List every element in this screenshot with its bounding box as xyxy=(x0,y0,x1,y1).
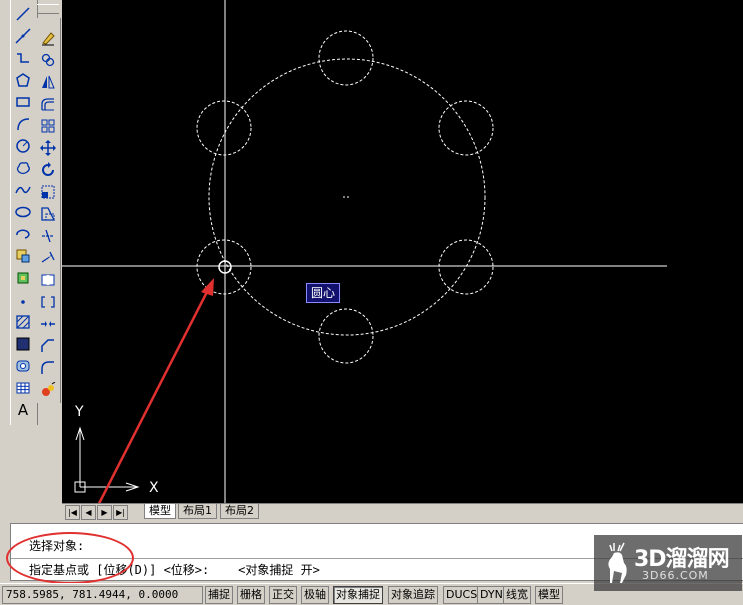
hole-circle-upper-left xyxy=(196,100,252,156)
tab-model[interactable]: 模型 xyxy=(144,504,176,519)
hole-circle-upper-right xyxy=(438,100,494,156)
watermark-url: 3D66.COM xyxy=(642,569,709,582)
scale-icon[interactable] xyxy=(38,182,58,202)
table-icon[interactable] xyxy=(13,378,33,398)
drawing-canvas[interactable]: Y X 圆心 xyxy=(62,0,743,503)
spline-icon[interactable] xyxy=(13,180,33,200)
snap-toggle[interactable]: 捕捉 xyxy=(205,586,233,604)
model-toggle[interactable]: 模型 xyxy=(535,586,563,604)
copy-icon[interactable] xyxy=(38,50,58,70)
draw-toolbar: A xyxy=(10,0,38,425)
break-icon[interactable] xyxy=(38,292,58,312)
trim-icon[interactable] xyxy=(38,226,58,246)
circle-icon[interactable] xyxy=(13,136,33,156)
first-tab-button[interactable]: |◀ xyxy=(65,505,80,520)
hatch-icon[interactable] xyxy=(13,312,33,332)
modify-toolbar xyxy=(36,18,61,403)
watermark: 3D溜溜网 3D66.COM xyxy=(594,535,742,591)
gradient-icon[interactable] xyxy=(13,334,33,354)
annotation-ellipse xyxy=(6,532,134,584)
move-icon[interactable] xyxy=(38,138,58,158)
annotation-arrow xyxy=(97,285,212,503)
ucs-x-label: X xyxy=(149,480,159,496)
annotation-arrowhead xyxy=(201,278,214,296)
line-icon[interactable] xyxy=(13,4,33,24)
join-icon[interactable] xyxy=(38,314,58,334)
lineweight-toggle[interactable]: 线宽 xyxy=(503,586,531,604)
rectangle-icon[interactable] xyxy=(13,92,33,112)
explode-icon[interactable] xyxy=(38,380,58,400)
ucs-y-label: Y xyxy=(74,404,84,420)
dyn-toggle[interactable]: DYN xyxy=(477,586,506,604)
arc-icon[interactable] xyxy=(13,114,33,134)
osnap-toggle[interactable]: 对象捕捉 xyxy=(333,586,383,604)
fillet-icon[interactable] xyxy=(38,358,58,378)
ortho-toggle[interactable]: 正交 xyxy=(269,586,297,604)
point-icon[interactable] xyxy=(13,290,33,310)
modify-toolbar-grip[interactable] xyxy=(37,4,59,14)
array-icon[interactable] xyxy=(38,116,58,136)
erase-icon[interactable] xyxy=(38,28,58,48)
ellipse-icon[interactable] xyxy=(13,202,33,222)
tab-layout2[interactable]: 布局2 xyxy=(220,504,259,519)
rotate-icon[interactable] xyxy=(38,160,58,180)
offset-icon[interactable] xyxy=(38,94,58,114)
deer-logo-icon xyxy=(608,542,627,583)
polyline-icon[interactable] xyxy=(13,48,33,68)
polygon-icon[interactable] xyxy=(13,70,33,90)
coordinate-readout[interactable]: 758.5985, 781.4944, 0.0000 xyxy=(2,586,203,604)
drawing-svg: Y X xyxy=(62,0,667,503)
make-block-icon[interactable] xyxy=(13,268,33,288)
snap-tooltip: 圆心 xyxy=(306,283,341,303)
hole-circle-lower-left xyxy=(196,239,252,295)
otrack-toggle[interactable]: 对象追踪 xyxy=(388,586,438,604)
polar-toggle[interactable]: 极轴 xyxy=(301,586,329,604)
break-at-point-icon[interactable] xyxy=(38,270,58,290)
hole-circle-lower-right xyxy=(438,239,494,295)
multiline-text-tool[interactable]: A xyxy=(13,400,33,420)
stretch-icon[interactable] xyxy=(38,204,58,224)
ducs-toggle[interactable]: DUCS xyxy=(443,586,481,604)
layout-tabs: |◀ ◀ ▶ ▶| 模型 布局1 布局2 xyxy=(62,503,743,520)
ellipse-arc-icon[interactable] xyxy=(13,224,33,244)
construction-line-icon[interactable] xyxy=(13,26,33,46)
hole-circle-bottom xyxy=(318,308,374,364)
next-tab-button[interactable]: ▶ xyxy=(97,505,112,520)
tab-layout1[interactable]: 布局1 xyxy=(178,504,217,519)
chamfer-icon[interactable] xyxy=(38,336,58,356)
extend-icon[interactable] xyxy=(38,248,58,268)
mirror-icon[interactable] xyxy=(38,72,58,92)
prev-tab-button[interactable]: ◀ xyxy=(81,505,96,520)
hole-circle-top xyxy=(318,30,374,86)
revision-cloud-icon[interactable] xyxy=(13,158,33,178)
grid-toggle[interactable]: 栅格 xyxy=(237,586,265,604)
ucs-icon xyxy=(74,426,140,493)
last-tab-button[interactable]: ▶| xyxy=(113,505,128,520)
insert-block-icon[interactable] xyxy=(13,246,33,266)
region-icon[interactable] xyxy=(13,356,33,376)
